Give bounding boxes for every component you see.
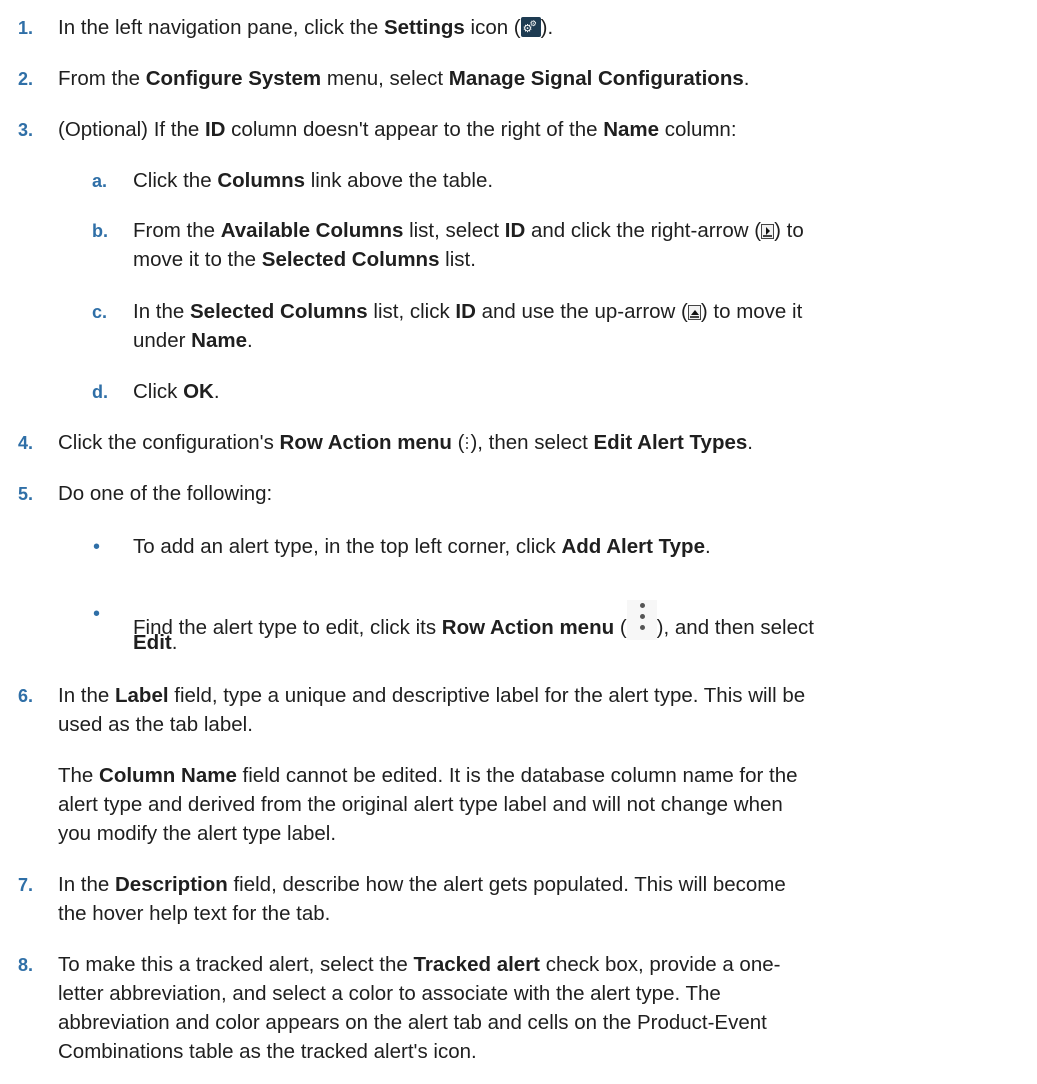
right-arrow-button-icon [761,224,775,239]
substep-letter: b. [92,221,108,241]
step-7-line-2: the hover help text for the tab. [58,902,331,925]
step-7-line-1: In the Description field, describe how t… [58,873,786,896]
step-number: 6. [18,686,34,706]
bullet-marker: • [93,603,101,625]
up-arrow-button-icon [687,305,701,320]
substep-letter: a. [92,171,108,191]
step-3a-text: Click the Columns link above the table. [133,169,494,192]
step-5-text: Do one of the following: [58,482,273,505]
step-1-text: In the left navigation pane, click the S… [58,16,554,39]
substep-letter: c. [92,302,108,322]
step-6-note-line-1: The Column Name field cannot be edited. … [58,764,798,787]
step-3c-line-1: In the Selected Columns list, click ID a… [133,300,803,323]
step-3b-line-1: From the Available Columns list, select … [133,219,804,242]
kebab-menu-icon [464,435,470,451]
step-3b-line-2: move it to the Selected Columns list. [133,248,476,271]
step-6-note-line-2: alert type and derived from the original… [58,793,783,816]
step-6-note-line-3: you modify the alert type label. [58,822,337,845]
step-number: 1. [18,18,34,38]
step-3d-text: Click OK. [133,380,220,403]
step-number: 3. [18,120,34,140]
settings-gears-icon: ⚙ ⚙ [520,17,541,37]
step-number: 4. [18,433,34,453]
step-8-line-3: abbreviation and color appears on the al… [58,1011,767,1034]
step-6-line-2: used as the tab label. [58,713,253,736]
step-number: 2. [18,69,34,89]
procedure-document: 1. In the left navigation pane, click th… [0,0,1037,1084]
step-3-text: (Optional) If the ID column doesn't appe… [58,118,737,141]
step-5-bullet-2-line-2: Edit. [133,631,178,654]
step-3c-line-2: under Name. [133,329,253,352]
step-6-line-1: In the Label field, type a unique and de… [58,684,806,707]
step-number: 8. [18,955,34,975]
substep-letter: d. [92,382,108,402]
step-number: 5. [18,484,34,504]
step-8-line-2: letter abbreviation, and select a color … [58,982,721,1005]
step-4-text: Click the configuration's Row Action men… [58,431,753,454]
kebab-menu-icon [626,600,657,640]
bullet-marker: • [93,536,101,558]
step-2-text: From the Configure System menu, select M… [58,67,750,90]
step-5-bullet-1: To add an alert type, in the top left co… [133,535,711,558]
step-number: 7. [18,875,34,895]
step-5-bullet-2-line-1: Find the alert type to edit, click its R… [133,600,814,642]
step-8-line-1: To make this a tracked alert, select the… [58,953,781,976]
step-8-line-4: Combinations table as the tracked alert'… [58,1040,477,1063]
